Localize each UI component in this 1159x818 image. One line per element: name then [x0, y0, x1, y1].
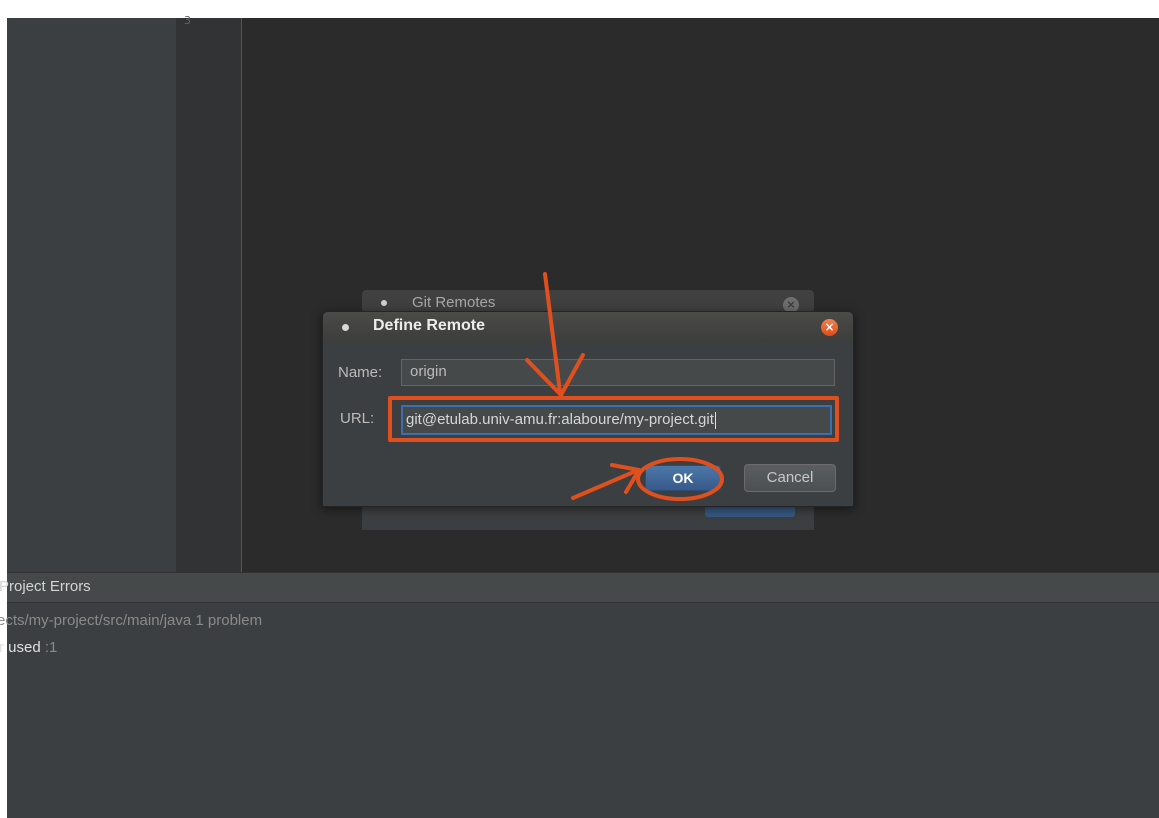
- window-menu-icon: [381, 300, 387, 306]
- window-menu-icon[interactable]: [342, 324, 349, 331]
- problems-panel-title: Project Errors: [0, 578, 91, 595]
- define-remote-titlebar: Define Remote ×: [323, 312, 853, 342]
- name-label: Name:: [338, 364, 383, 381]
- git-remotes-title: Git Remotes: [412, 294, 496, 311]
- problem-location: :1: [40, 639, 58, 656]
- top-strip: [0, 0, 1159, 18]
- screenshot: 3 Project Errors ects/my-project/src/mai…: [0, 0, 1159, 818]
- problem-message: r used: [0, 639, 41, 656]
- problem-item[interactable]: r used :1: [0, 639, 57, 656]
- project-side-panel[interactable]: [7, 18, 176, 572]
- url-value: git@etulab.univ-amu.fr:alaboure/my-proje…: [406, 411, 714, 428]
- close-icon[interactable]: ×: [821, 319, 838, 336]
- problem-path[interactable]: ects/my-project/src/main/java 1 problem: [0, 612, 262, 629]
- url-label: URL:: [340, 410, 375, 427]
- name-field[interactable]: origin: [401, 359, 835, 386]
- problems-panel: Project Errors ects/my-project/src/main/…: [0, 572, 1159, 818]
- dialog-title: Define Remote: [373, 317, 486, 334]
- editor-gutter: 3: [176, 14, 242, 572]
- url-field[interactable]: git@etulab.univ-amu.fr:alaboure/my-proje…: [401, 405, 832, 435]
- line-number: 3: [184, 14, 191, 27]
- problems-panel-header: Project Errors: [0, 572, 1159, 603]
- text-caret: [714, 411, 716, 429]
- ok-button[interactable]: OK: [645, 465, 721, 491]
- define-remote-dialog: Define Remote × Name: origin URL: git@et…: [322, 311, 854, 507]
- cancel-button[interactable]: Cancel: [744, 464, 836, 492]
